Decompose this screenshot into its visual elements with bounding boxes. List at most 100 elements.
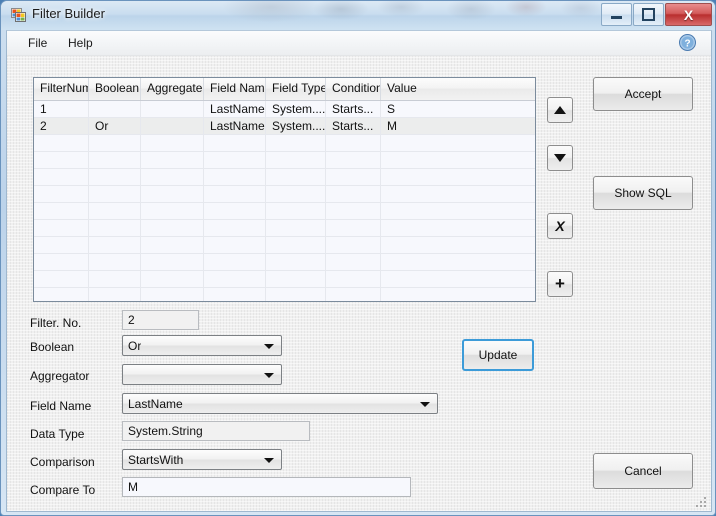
grid-header-value[interactable]: Value — [381, 78, 535, 100]
cell-empty — [141, 169, 204, 186]
grid-header-field-name[interactable]: Field Name — [204, 78, 266, 100]
aggregator-combobox[interactable] — [122, 364, 282, 385]
boolean-value: Or — [128, 339, 142, 353]
chevron-down-icon — [264, 344, 274, 349]
cell-empty — [266, 220, 326, 237]
cell-filternum: 2 — [34, 118, 89, 135]
menu-item-file[interactable]: File — [23, 35, 52, 51]
cell-empty — [89, 220, 141, 237]
grid-empty-rows — [34, 135, 535, 301]
cell-empty — [326, 288, 381, 301]
update-button[interactable]: Update — [462, 339, 534, 371]
table-row-empty[interactable] — [34, 237, 535, 254]
arrow-up-icon — [554, 106, 566, 114]
grid-header-field-type[interactable]: Field Type — [266, 78, 326, 100]
cell-empty — [34, 254, 89, 271]
cell-condition: Starts... — [326, 118, 381, 135]
compare-to-label: Compare To — [30, 483, 96, 497]
table-row-empty[interactable] — [34, 186, 535, 203]
cell-empty — [381, 135, 535, 152]
maximize-button[interactable] — [633, 3, 664, 26]
cell-empty — [381, 237, 535, 254]
table-row-empty[interactable] — [34, 271, 535, 288]
menu-item-help[interactable]: Help — [63, 35, 98, 51]
data-type-label: Data Type — [30, 427, 85, 441]
table-row[interactable]: 1 LastName System.... Starts... S — [34, 101, 535, 118]
minimize-button[interactable] — [601, 3, 632, 26]
cell-empty — [141, 135, 204, 152]
field-name-combobox[interactable]: LastName — [122, 393, 438, 414]
cell-empty — [381, 169, 535, 186]
move-row-up-button[interactable] — [547, 97, 573, 123]
cell-empty — [204, 186, 266, 203]
cell-empty — [381, 220, 535, 237]
field-name-label: Field Name — [30, 399, 92, 413]
table-row-empty[interactable] — [34, 135, 535, 152]
maximize-icon — [642, 8, 655, 21]
table-row-empty[interactable] — [34, 169, 535, 186]
filters-grid[interactable]: FilterNum Boolean Aggregate Field Name F… — [33, 77, 536, 302]
cell-filternum: 1 — [34, 101, 89, 118]
window-title: Filter Builder — [32, 6, 105, 21]
table-row-empty[interactable] — [34, 220, 535, 237]
cell-empty — [204, 152, 266, 169]
add-row-button[interactable]: + — [547, 271, 573, 297]
cell-empty — [326, 203, 381, 220]
table-row-empty[interactable] — [34, 288, 535, 301]
cell-value: M — [381, 118, 535, 135]
boolean-combobox[interactable]: Or — [122, 335, 282, 356]
plus-icon: + — [555, 274, 565, 293]
cell-field-type: System.... — [266, 101, 326, 118]
cell-empty — [141, 271, 204, 288]
cell-empty — [266, 288, 326, 301]
cell-empty — [141, 186, 204, 203]
cell-empty — [89, 152, 141, 169]
help-circle-icon[interactable]: ? — [679, 34, 696, 51]
cell-empty — [266, 169, 326, 186]
move-row-down-button[interactable] — [547, 145, 573, 171]
cell-empty — [266, 186, 326, 203]
accept-button[interactable]: Accept — [593, 77, 693, 111]
close-button[interactable]: X — [665, 3, 712, 26]
cell-empty — [34, 135, 89, 152]
table-row-empty[interactable] — [34, 152, 535, 169]
delete-row-button[interactable]: X — [547, 213, 573, 239]
grid-header-aggregate[interactable]: Aggregate — [141, 78, 204, 100]
grid-header-filternum[interactable]: FilterNum — [34, 78, 89, 100]
cell-empty — [89, 169, 141, 186]
table-row-empty[interactable] — [34, 203, 535, 220]
grid-header-boolean[interactable]: Boolean — [89, 78, 141, 100]
cell-empty — [266, 203, 326, 220]
cell-empty — [326, 271, 381, 288]
arrow-down-icon — [554, 154, 566, 162]
cell-empty — [266, 135, 326, 152]
comparison-combobox[interactable]: StartsWith — [122, 449, 282, 470]
cell-empty — [89, 288, 141, 301]
cell-empty — [141, 237, 204, 254]
cell-empty — [204, 288, 266, 301]
data-type-field: System.String — [122, 421, 310, 441]
table-row-empty[interactable] — [34, 254, 535, 271]
cancel-button[interactable]: Cancel — [593, 453, 693, 489]
cell-empty — [89, 203, 141, 220]
grid-header-condition[interactable]: Condition — [326, 78, 381, 100]
cell-empty — [34, 186, 89, 203]
filter-builder-window: Filter Builder X File Help ? FilterNum B… — [0, 0, 716, 516]
cell-empty — [326, 169, 381, 186]
cell-aggregate — [141, 118, 204, 135]
boolean-label: Boolean — [30, 340, 75, 354]
cell-field-type: System.... — [266, 118, 326, 135]
table-row[interactable]: 2 Or LastName System.... Starts... M — [34, 118, 535, 135]
cell-empty — [381, 186, 535, 203]
filter-no-field: 2 — [122, 310, 199, 330]
cell-empty — [326, 254, 381, 271]
resize-grip[interactable] — [695, 496, 708, 509]
cell-boolean — [89, 101, 141, 118]
title-bar[interactable]: Filter Builder X — [1, 1, 715, 30]
cell-empty — [141, 152, 204, 169]
show-sql-button[interactable]: Show SQL — [593, 176, 693, 210]
cell-empty — [326, 220, 381, 237]
compare-to-input[interactable]: M — [122, 477, 411, 497]
cell-empty — [381, 288, 535, 301]
cell-empty — [204, 169, 266, 186]
